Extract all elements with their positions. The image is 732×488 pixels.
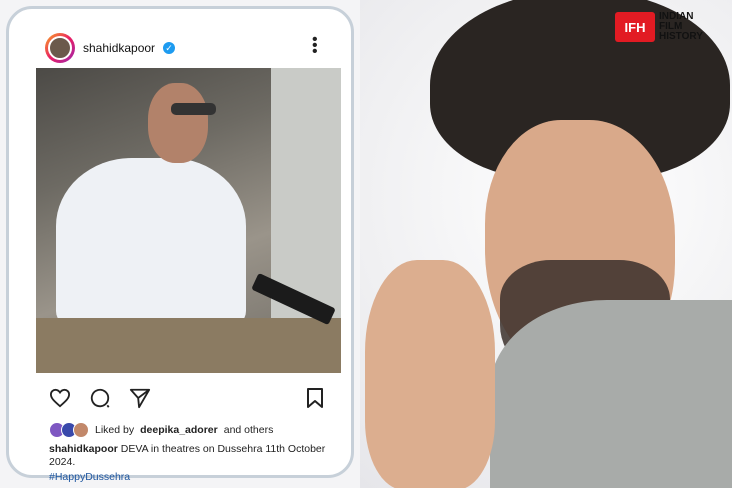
logo-mark: IFH	[615, 12, 655, 42]
liker-avatars	[49, 422, 89, 438]
logo-line-3: HISTORY	[659, 31, 703, 42]
share-icon[interactable]	[129, 387, 151, 409]
verified-icon: ✓	[163, 42, 176, 54]
post-header: shahidkapoor ✓	[45, 33, 176, 63]
caption-username[interactable]: shahidkapoor	[49, 443, 118, 455]
actor-photo	[360, 0, 732, 488]
bookmark-icon[interactable]	[305, 387, 327, 409]
instagram-post-card: shahidkapoor ✓ • • • Liked by deepika_ador…	[6, 6, 354, 483]
post-image[interactable]	[36, 68, 341, 373]
avatar[interactable]	[45, 33, 75, 63]
liked-user[interactable]: deepika_adorer	[140, 424, 218, 436]
more-icon[interactable]: • • •	[312, 32, 318, 60]
ifh-logo: IFH INDIAN FILM HISTORY	[615, 12, 703, 42]
photo-sweater	[490, 300, 732, 488]
post-actions	[49, 387, 151, 409]
liked-prefix: Liked by	[95, 424, 135, 436]
username[interactable]: shahidkapoor	[83, 41, 155, 55]
comment-icon[interactable]	[89, 387, 111, 409]
heart-icon[interactable]	[49, 387, 71, 409]
liked-suffix: and others	[223, 424, 274, 436]
thumbs-up-hand	[365, 260, 495, 488]
hashtag-link[interactable]: #HappyDussehra	[49, 471, 130, 483]
logo-text: INDIAN FILM HISTORY	[659, 12, 703, 42]
post-caption: shahidkapoor DEVA in theatres on Dussehr…	[49, 443, 339, 469]
liked-by-row[interactable]: Liked by deepika_adorer and others	[49, 422, 273, 438]
